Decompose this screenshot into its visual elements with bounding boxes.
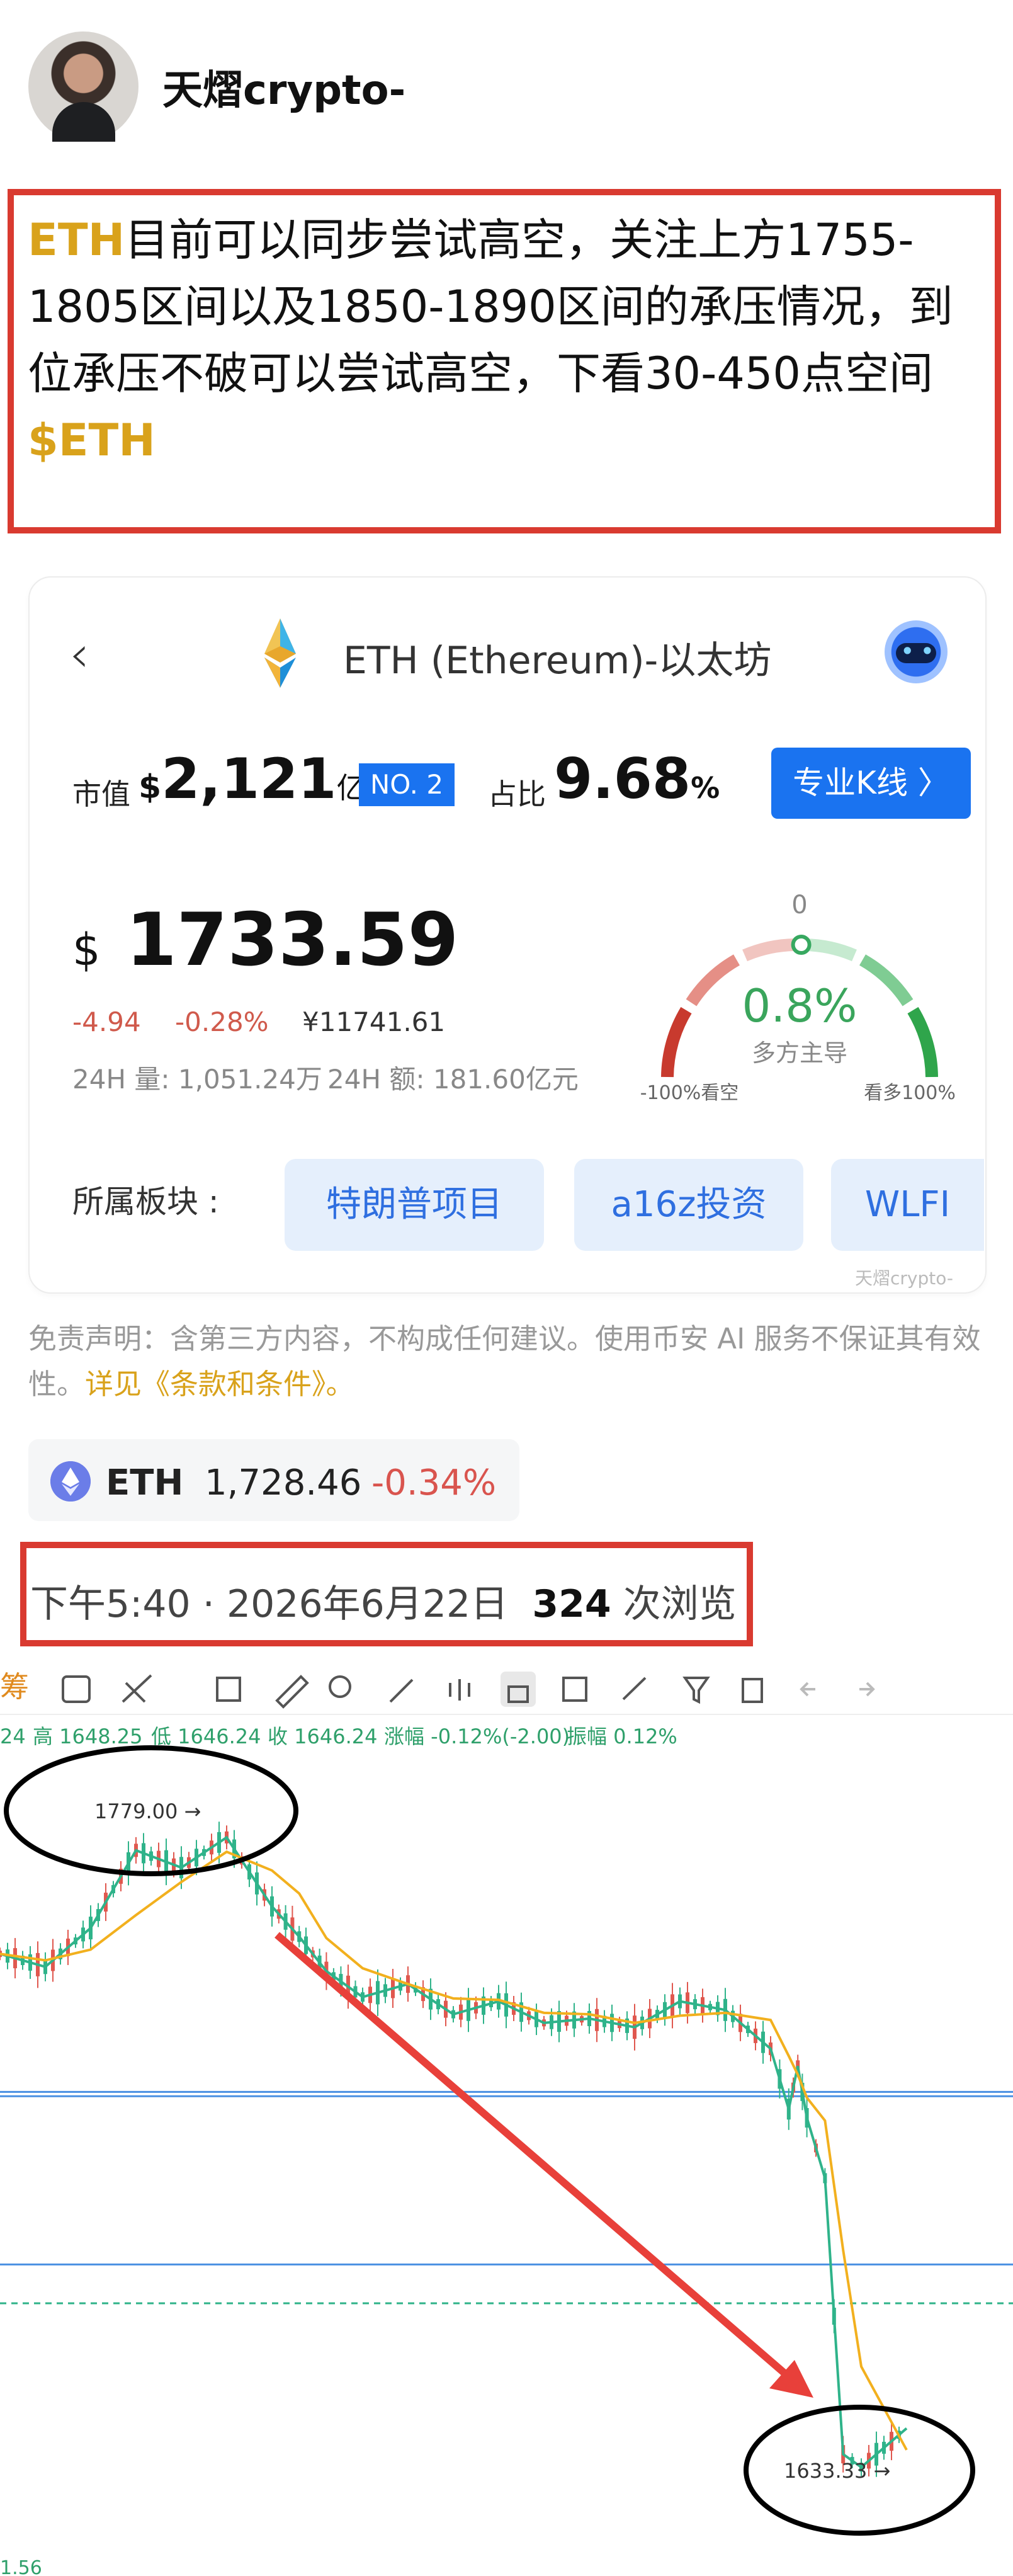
price-cny: ¥11741.61 [302,1006,446,1037]
avatar[interactable] [28,31,139,142]
sentiment-gauge: 0 0.8% 多方主导 -100%看空 看多100% [640,891,956,1104]
ohlc-prefix: 24 [0,1724,26,1748]
card-watermark: 天熠crypto- [855,1268,953,1289]
market-cap-value: $2,121亿 [139,746,366,811]
views-suffix: 次浏览 [623,1582,737,1626]
share-label: 占比 [488,777,546,811]
coin-title: ETH (Ethereum)-以太坊 [343,639,772,683]
gauge-top-label: 0 [791,891,807,920]
post-time: 下午5:40 · 2026年6月22日 [30,1582,509,1626]
gauge-left-label: -100%看空 [640,1082,739,1104]
market-cap-currency: $ [139,768,162,806]
back-chevron-icon[interactable]: ‹ [69,625,89,683]
ohlc-close: 收 1646.24 [268,1724,378,1748]
eth-coin-icon [50,1461,91,1502]
price-chart[interactable]: 筹 24 高 1648.25 低 1646.24 收 1646.24 涨幅 -0… [0,1658,1013,2576]
ticker-change: -0.34% [371,1462,497,1503]
sector-label: 所属板块 : [72,1183,219,1220]
gauge-arc-bear [686,954,740,1006]
rank-badge: NO. 2 [359,763,455,806]
gauge-indicator-dot [791,935,812,955]
gauge-arc-bull-strong [907,1006,938,1078]
ohlc-high: 高 1648.25 [33,1724,143,1748]
sector-tag-trump[interactable]: 特朗普项目 [285,1159,544,1251]
high-annotation-label: 1779.00 → [94,1799,201,1823]
chart-toolbar-label: 筹 [0,1670,29,1704]
sector-tag-a16z[interactable]: a16z投资 [574,1159,803,1251]
terms-link[interactable]: 详见《条款和条件》。 [85,1367,354,1401]
ticker-symbol: ETH [106,1462,184,1503]
sector-tag-wlfi[interactable]: WLFI [831,1159,984,1251]
gauge-right-label: 看多100% [864,1082,956,1104]
gauge-value: 0.8% [742,979,857,1032]
price-value: 1733.59 [125,898,459,983]
price: $ 1733.59 [72,898,458,983]
gauge-arc-bear-strong [661,1006,692,1078]
market-cap-label: 市值 [72,777,130,811]
gauge-arc-bear-weak [742,938,795,962]
gauge-arc-bull [859,954,914,1006]
axis-fragment: 1.56 [0,2557,42,2576]
share-number: 9.68 [554,746,691,811]
post-body: 目前可以同步尝试高空，关注上方1755-1805区间以及1850-1890区间的… [28,214,953,399]
market-cap-number: 2,121 [161,746,337,811]
ohlc-amplitude: 振幅 0.12% [567,1724,677,1748]
change-percent: -0.28% [175,1006,269,1037]
low-annotation-label: 1633.33 → [784,2459,890,2483]
ohlc-change: 涨幅 -0.12%(-2.00) [384,1724,570,1748]
post-symbol-link[interactable]: ETH [28,214,125,266]
kline-button[interactable]: 专业K线 〉 [771,748,971,819]
price-currency: $ [72,924,101,976]
post-text-box: ETH目前可以同步尝试高空，关注上方1755-1805区间以及1850-1890… [8,189,1001,533]
ethereum-logo-icon [264,618,296,688]
amount-24h: 24H 额: 181.60亿元 [327,1064,579,1095]
gauge-caption: 多方主导 [752,1039,847,1067]
disclaimer: 免责声明：含第三方内容，不构成任何建议。使用币安 AI 服务不保证其有效性。详见… [28,1316,985,1407]
ai-assistant-icon[interactable] [885,620,948,683]
ohlc-info: 24 高 1648.25 低 1646.24 收 1646.24 涨幅 -0.1… [0,1724,677,1748]
post-cashtag[interactable]: $ETH [28,414,156,466]
gauge-arc-bull-weak [804,938,857,962]
volume-24h: 24H 量: 1,051.24万 [72,1064,322,1095]
username[interactable]: 天熠crypto- [162,58,405,116]
ticker-price: 1,728.46 [205,1462,362,1503]
post-meta: 下午5:40 · 2026年6月22日 324 次浏览 [30,1573,737,1628]
view-count: 324 [532,1582,611,1626]
share-unit: % [691,771,720,805]
share-value: 9.68% [554,746,720,811]
ohlc-low: 低 1646.24 [151,1724,261,1748]
change-absolute: -4.94 [72,1006,141,1037]
